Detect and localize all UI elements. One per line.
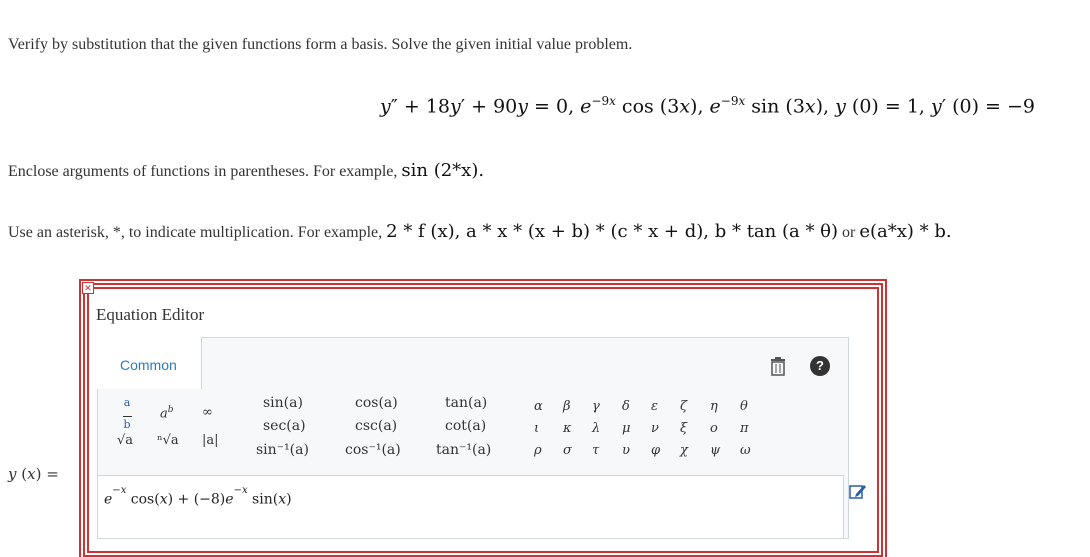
edit-icon[interactable] [849, 483, 867, 499]
greek-letter[interactable]: α [534, 399, 543, 414]
greek-letter[interactable]: ω [740, 443, 751, 458]
greek-letter[interactable]: υ [622, 443, 630, 458]
func-sin[interactable]: sin(a) [263, 395, 303, 411]
problem-equation: y″ + 18y′ + 90y = 0, e−9x cos (3x), e−9x… [380, 94, 1036, 118]
answer-label: y (x) = [8, 465, 59, 483]
greek-letter[interactable]: η [710, 399, 718, 414]
greek-letter[interactable]: ε [651, 399, 658, 414]
greek-letter[interactable]: μ [622, 421, 630, 436]
greek-letter[interactable]: ψ [710, 443, 720, 458]
greek-letter[interactable]: β [563, 399, 571, 414]
asterisk-note: Use an asterisk, *, to indicate multipli… [8, 221, 952, 242]
func-cos[interactable]: cos(a) [355, 395, 398, 411]
greek-letter[interactable]: κ [563, 421, 572, 436]
func-arccos[interactable]: cos⁻¹(a) [345, 442, 401, 458]
help-icon[interactable]: ? [810, 356, 830, 376]
instruction-text: Verify by substitution that the given fu… [8, 36, 633, 53]
greek-letter[interactable]: π [740, 421, 749, 436]
answer-expression[interactable]: e−x cos(x) + (−8)e−x sin(x) [104, 485, 292, 508]
func-arcsin[interactable]: sin⁻¹(a) [256, 442, 309, 458]
sqrt-template[interactable]: √a [117, 433, 133, 448]
func-csc[interactable]: csc(a) [355, 418, 397, 434]
tab-common[interactable]: Common [97, 337, 202, 389]
greek-letter[interactable]: δ [622, 399, 630, 414]
greek-letter[interactable]: γ [592, 399, 600, 414]
greek-letter[interactable]: λ [592, 421, 600, 436]
greek-letter[interactable]: ο [710, 421, 718, 436]
func-cot[interactable]: cot(a) [445, 418, 486, 434]
greek-letter[interactable]: ζ [680, 399, 687, 414]
abs-template[interactable]: |a| [202, 433, 219, 448]
editor-title: Equation Editor [96, 305, 205, 324]
power-template[interactable]: ab [160, 405, 174, 421]
asterisk-example: 2 * f (x), a * x * (x + b) * (c * x + d)… [386, 221, 839, 242]
greek-letter[interactable]: φ [651, 443, 660, 458]
greek-letter[interactable]: ι [534, 421, 539, 436]
func-sec[interactable]: sec(a) [263, 418, 306, 434]
close-icon[interactable]: ✕ [82, 282, 94, 294]
asterisk-example-2: e(a*x) * b. [859, 221, 952, 242]
infinity-template[interactable]: ∞ [202, 405, 213, 420]
greek-letter[interactable]: τ [592, 443, 599, 458]
greek-letter[interactable]: ξ [680, 421, 687, 436]
arguments-note: Enclose arguments of functions in parent… [8, 160, 485, 181]
greek-letter[interactable]: σ [563, 443, 572, 458]
fraction-template[interactable]: ab [121, 397, 133, 430]
func-tan[interactable]: tan(a) [445, 395, 487, 411]
greek-letter[interactable]: χ [680, 443, 688, 458]
arguments-example: sin (2*x). [401, 160, 485, 181]
greek-letter[interactable]: ν [651, 421, 659, 436]
func-arctan[interactable]: tan⁻¹(a) [436, 442, 491, 458]
nthroot-template[interactable]: ⁿ√a [157, 433, 179, 448]
trash-icon[interactable] [769, 356, 787, 376]
greek-letter[interactable]: ρ [534, 443, 542, 458]
greek-letter[interactable]: θ [740, 399, 748, 414]
